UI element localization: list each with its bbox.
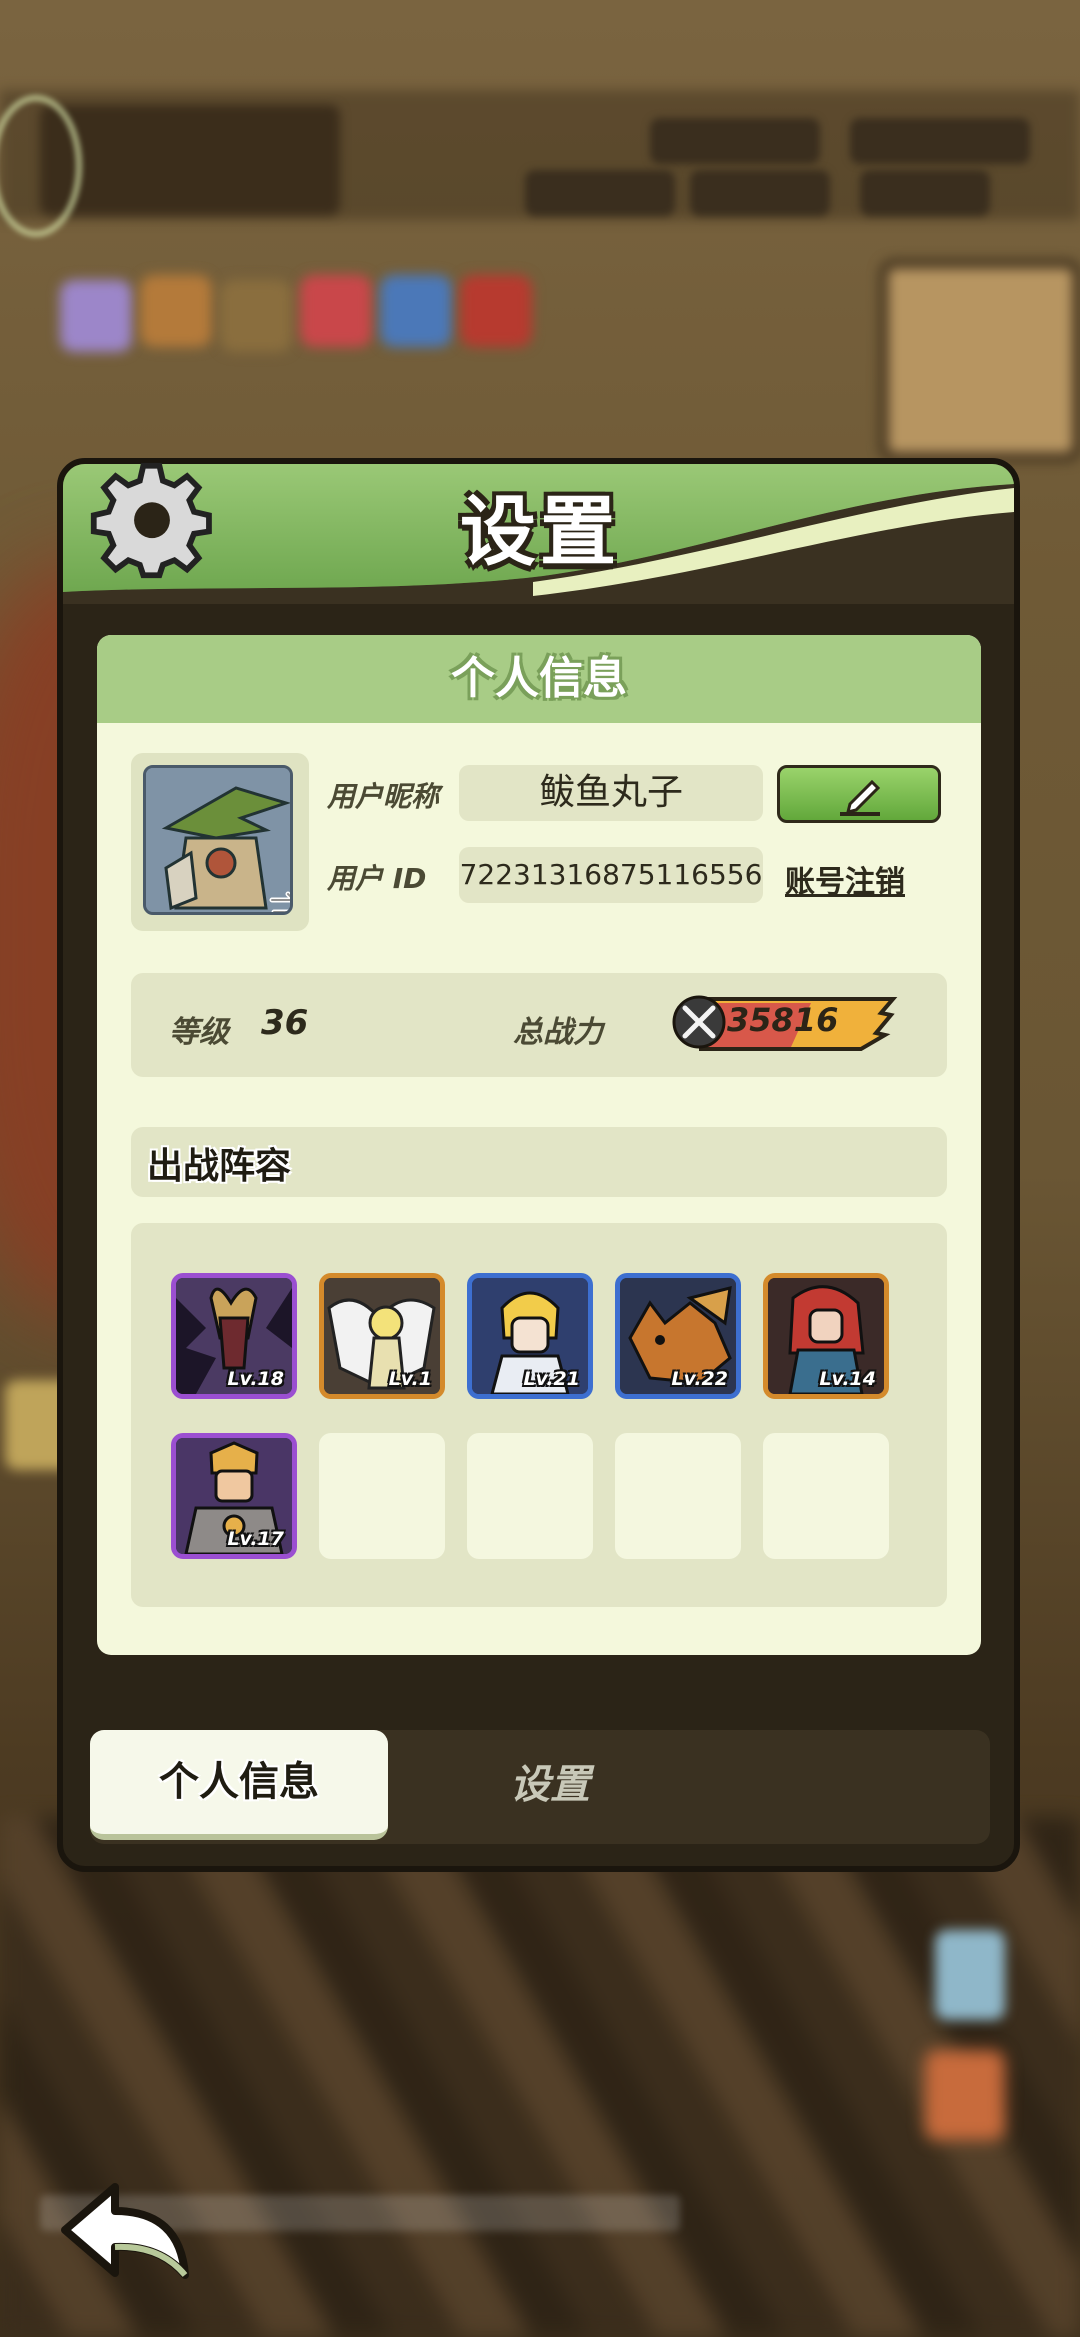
hero-level: Lv.21 (523, 1368, 580, 1390)
hero-level: Lv.18 (227, 1368, 284, 1390)
nickname-field: 鲅鱼丸子 (459, 765, 763, 821)
empty-hero-slot[interactable] (615, 1433, 741, 1559)
dialog-tab-bar: 个人信息 设置 (90, 1730, 990, 1844)
lineup-title: 出战阵容 (147, 1146, 292, 1187)
hero-level: Lv.22 (671, 1368, 728, 1390)
edit-nickname-button[interactable] (777, 765, 941, 823)
hero-slot[interactable]: Lv.17 (171, 1433, 297, 1559)
hero-level: Lv.17 (227, 1528, 284, 1550)
avatar-frame[interactable] (131, 753, 309, 931)
hero-slot[interactable]: Lv.21 (467, 1273, 593, 1399)
pencil-icon (840, 779, 881, 816)
power-label: 总战力 (513, 1015, 603, 1050)
hero-slot[interactable]: Lv.22 (615, 1273, 741, 1399)
user-id-label: 用户 ID (327, 862, 427, 895)
empty-hero-slot[interactable] (319, 1433, 445, 1559)
profile-panel: 个人信息 用户昵称 鲅鱼丸子 用户 ID 72231316875116556 账… (97, 635, 981, 1655)
level-label: 等级 (169, 1015, 229, 1050)
hero-slot[interactable]: Lv.18 (171, 1273, 297, 1399)
hero-slot[interactable]: Lv.14 (763, 1273, 889, 1399)
back-arrow-icon[interactable] (55, 2175, 195, 2285)
empty-hero-slot[interactable] (763, 1433, 889, 1559)
avatar[interactable] (143, 765, 293, 915)
empty-hero-slot[interactable] (467, 1433, 593, 1559)
user-id-field: 72231316875116556 (459, 847, 763, 903)
lineup-grid: Lv.18 Lv.1 Lv.21 Lv.22 Lv.14 Lv.17 (131, 1223, 947, 1607)
tab-profile[interactable]: 个人信息 (90, 1730, 388, 1840)
dialog-title: 设置 (460, 487, 620, 576)
level-value: 36 (261, 1003, 309, 1043)
swap-arrow-icon[interactable] (264, 886, 293, 915)
tab-settings[interactable]: 设置 (450, 1730, 650, 1840)
stats-row: 等级 36 总战力 35816 (131, 973, 947, 1077)
account-deregister-link[interactable]: 账号注销 (785, 857, 905, 901)
hero-level: Lv.1 (388, 1368, 432, 1390)
nickname-label: 用户昵称 (327, 780, 440, 813)
panel-header: 个人信息 (97, 635, 981, 723)
hero-slot[interactable]: Lv.1 (319, 1273, 445, 1399)
power-value: 35816 (727, 1001, 839, 1039)
hero-level: Lv.14 (819, 1368, 876, 1390)
